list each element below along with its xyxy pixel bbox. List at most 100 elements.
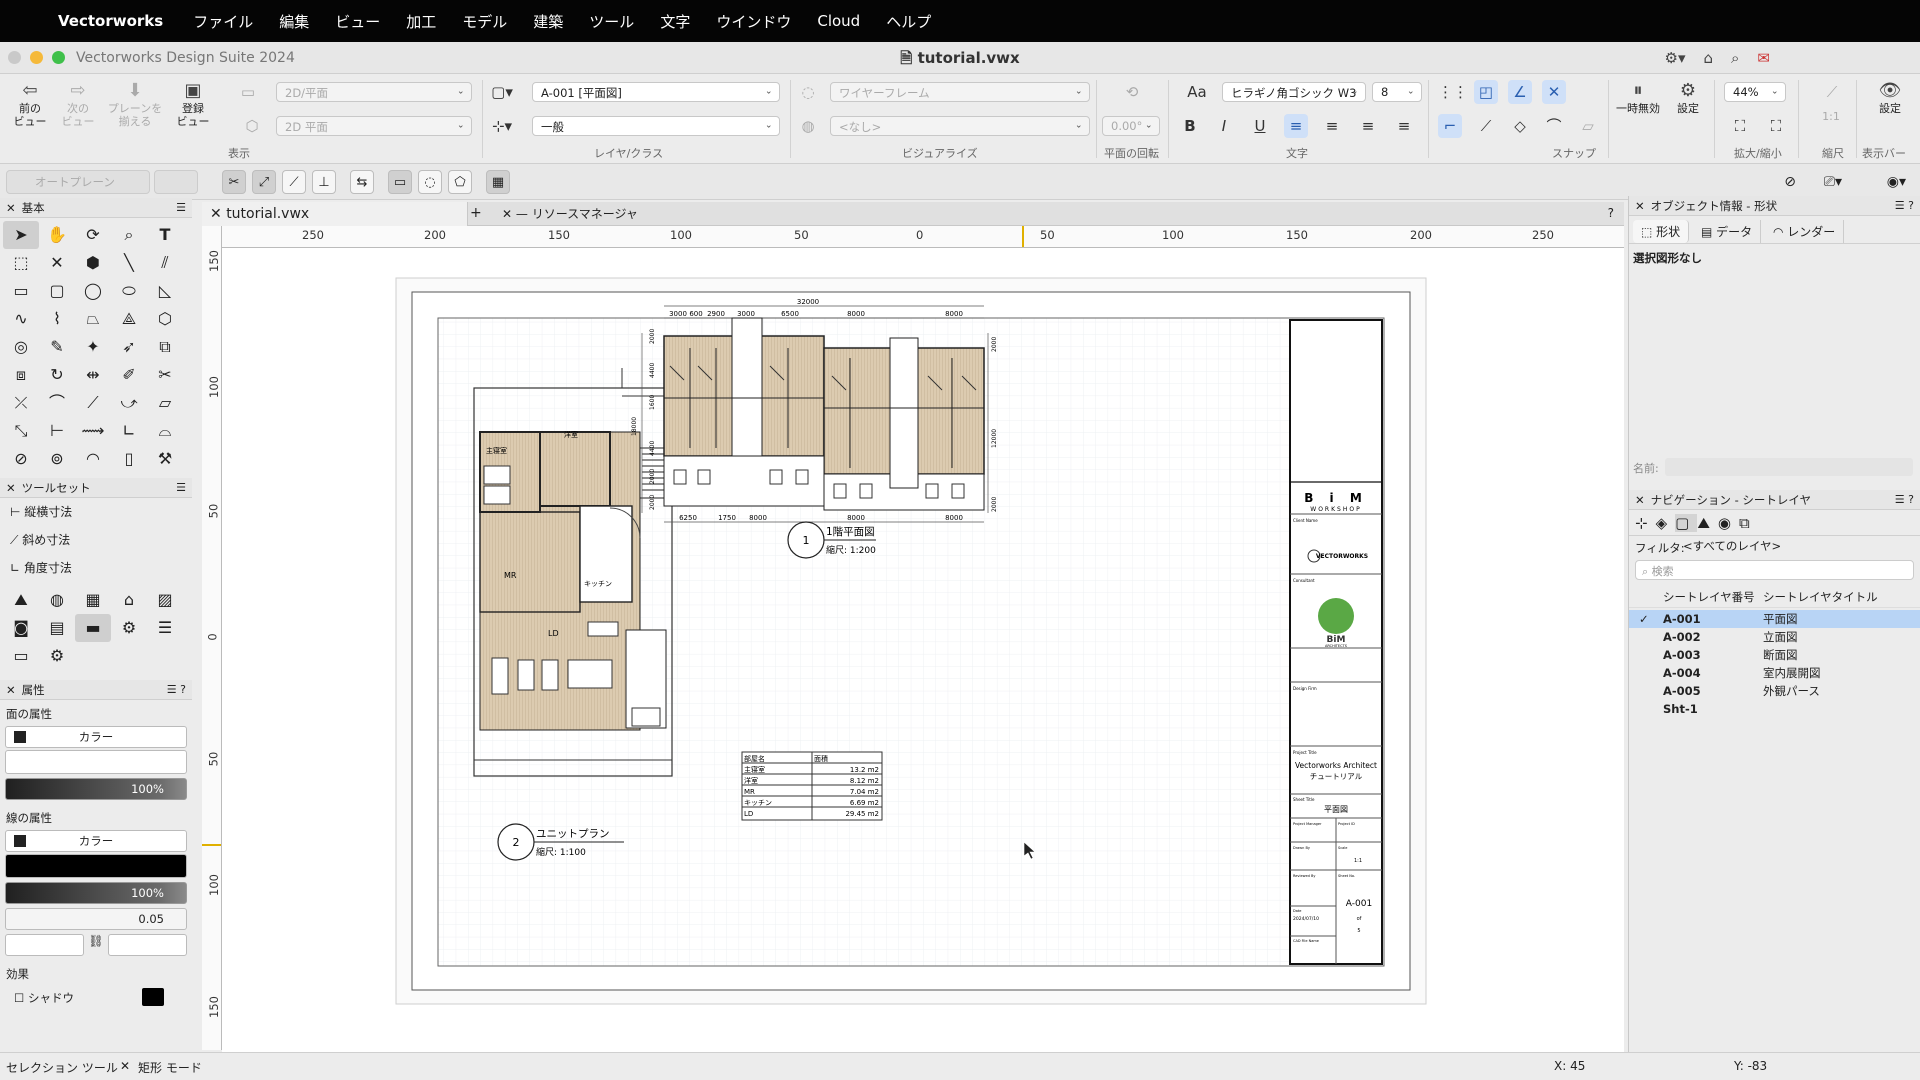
sheet-layer-row[interactable]: A-004 室内展開図 bbox=[1629, 664, 1920, 682]
view-plane-icon[interactable]: ▭ bbox=[236, 80, 260, 104]
snap-settings-button[interactable]: ⚙ 設定 bbox=[1670, 82, 1706, 116]
shadow-checkbox[interactable]: ☐ シャドウ bbox=[0, 984, 192, 1012]
eyedropper-tool-icon[interactable]: ✎ bbox=[39, 333, 75, 361]
sheet-layer-icon[interactable]: ▢▾ bbox=[490, 80, 514, 104]
attribute-mapping-tool-icon[interactable]: ✦ bbox=[75, 333, 111, 361]
menu-model[interactable]: モデル bbox=[462, 11, 507, 32]
camera-icon[interactable]: ◙ bbox=[3, 614, 39, 642]
light-icon[interactable]: ◍ bbox=[796, 114, 820, 138]
sheet-layer-row[interactable]: Sht-1 bbox=[1629, 700, 1920, 718]
sheet-layer-row[interactable]: A-002 立面図 bbox=[1629, 628, 1920, 646]
scale-icon[interactable]: ⟋ bbox=[1820, 80, 1844, 104]
close-tab-icon[interactable]: ✕ — bbox=[502, 207, 532, 221]
site-icon[interactable]: ⛰ bbox=[3, 586, 39, 614]
layer-plane-icon[interactable]: ⬡ bbox=[240, 114, 264, 138]
menu-text[interactable]: 文字 bbox=[660, 11, 690, 32]
render-icon[interactable]: ◉▾ bbox=[1887, 174, 1906, 190]
clip-tool-icon[interactable]: ⧉ bbox=[147, 333, 183, 361]
layers-icon[interactable]: ◈ bbox=[1656, 514, 1676, 532]
help-icon[interactable]: ? bbox=[1608, 206, 1614, 220]
snap-distance-icon[interactable]: ⟋ bbox=[1474, 114, 1498, 138]
name-field[interactable] bbox=[1665, 458, 1913, 476]
font-style-icon[interactable]: Aa bbox=[1182, 80, 1212, 104]
italic-button[interactable]: I bbox=[1212, 114, 1236, 138]
help-icon[interactable]: ☰ ? bbox=[167, 683, 186, 696]
menu-edit[interactable]: 編集 bbox=[279, 11, 309, 32]
selection-tool-icon[interactable]: ➤ bbox=[3, 221, 39, 249]
justify-icon[interactable]: ≡ bbox=[1392, 114, 1416, 138]
detail-icon[interactable]: ☰ bbox=[147, 614, 183, 642]
regular-polygon-tool-icon[interactable]: ⬡ bbox=[147, 305, 183, 333]
furniture-icon[interactable]: ▤ bbox=[39, 614, 75, 642]
resize-mode-icon[interactable]: ⤢ bbox=[252, 170, 276, 194]
add-tab-icon[interactable]: + bbox=[470, 205, 482, 221]
link-icon[interactable]: ⛓ bbox=[88, 934, 103, 956]
viewports-icon[interactable]: ⛰ bbox=[1697, 514, 1718, 532]
vertex-mode-icon[interactable]: ⟋ bbox=[282, 170, 306, 194]
dome-tool-icon[interactable]: ◠ bbox=[75, 445, 111, 473]
rounded-rectangle-tool-icon[interactable]: ▢ bbox=[39, 277, 75, 305]
polygon-tool-icon[interactable]: ⏢ bbox=[75, 305, 111, 333]
sheet-layer-row[interactable]: A-005 外観パース bbox=[1629, 682, 1920, 700]
axis-mode-icon[interactable]: ⊥ bbox=[312, 170, 336, 194]
tab-resource-manager[interactable]: ✕ — リソースマネージャ bbox=[494, 202, 638, 226]
close-icon[interactable]: ✕ bbox=[6, 683, 16, 697]
font-size-select[interactable]: 8 bbox=[1372, 82, 1422, 102]
zoom-select[interactable]: 44% bbox=[1724, 82, 1786, 102]
rectangle-select-mode-icon[interactable]: ▭ bbox=[388, 170, 412, 194]
eraser-tool-icon[interactable]: ▱ bbox=[147, 389, 183, 417]
class-icon[interactable]: ⊹▾ bbox=[490, 114, 514, 138]
dimension-tool-icon[interactable]: ⊢ bbox=[39, 417, 75, 445]
close-icon[interactable]: ✕ bbox=[1635, 199, 1645, 213]
freehand-tool-icon[interactable]: ∿ bbox=[3, 305, 39, 333]
menu-tools[interactable]: ツール bbox=[589, 11, 634, 32]
trim-tool-icon[interactable]: ⤫ bbox=[3, 389, 39, 417]
double-line-tool-icon[interactable]: ⫽ bbox=[147, 249, 183, 277]
equipment-icon[interactable]: ▭ bbox=[3, 642, 39, 670]
grid-icon[interactable]: ▦ bbox=[75, 586, 111, 614]
sheet-layer-select[interactable]: A-001 [平面図] bbox=[532, 82, 780, 102]
rectangle-tool-icon[interactable]: ▭ bbox=[3, 277, 39, 305]
gear-icon[interactable]: ⚙ bbox=[39, 642, 75, 670]
bold-button[interactable]: B bbox=[1178, 114, 1202, 138]
close-icon[interactable]: ✕ bbox=[6, 201, 16, 215]
classes-icon[interactable]: ⊹ bbox=[1635, 514, 1656, 532]
tab-render[interactable]: ◠ レンダー bbox=[1765, 220, 1845, 243]
constrained-dim-tool-icon[interactable]: ⟿ bbox=[75, 417, 111, 445]
move-tool-icon[interactable]: ⤡ bbox=[3, 417, 39, 445]
menu-view[interactable]: ビュー bbox=[335, 11, 380, 32]
view-select[interactable]: 2D/平面 bbox=[276, 82, 472, 102]
next-view-button[interactable]: ⇨ 次の ビュー bbox=[58, 82, 98, 129]
mirror-tool-icon[interactable]: ⇹ bbox=[75, 361, 111, 389]
tab-data[interactable]: ▤ データ bbox=[1693, 220, 1762, 243]
pause-snap-button[interactable]: ⏸ 一時無効 bbox=[1612, 82, 1664, 116]
connect-tool-icon[interactable]: ⤻ bbox=[111, 389, 147, 417]
snap-edge-icon[interactable]: ⌒ bbox=[1542, 114, 1566, 138]
line-opacity-slider[interactable]: 100% bbox=[5, 882, 187, 904]
callout-tool-icon[interactable]: ⬚ bbox=[3, 249, 39, 277]
render-mode-select[interactable]: ワイヤーフレーム bbox=[830, 82, 1090, 102]
circle-tool-icon[interactable]: ◯ bbox=[75, 277, 111, 305]
dimension-set-icon[interactable]: ▬ bbox=[75, 614, 111, 642]
align-left-icon[interactable]: ≡ bbox=[1284, 114, 1308, 138]
section-tool-icon[interactable]: ⌓ bbox=[147, 417, 183, 445]
home-icon[interactable]: ⌂ bbox=[1703, 49, 1713, 67]
plane-mode-button[interactable] bbox=[154, 170, 198, 194]
polyline-tool-icon[interactable]: ⌇ bbox=[39, 305, 75, 333]
menu-cloud[interactable]: Cloud bbox=[817, 12, 860, 30]
snap-object-icon[interactable]: ◰ bbox=[1474, 80, 1498, 104]
saved-views-button[interactable]: ▣ 登録 ビュー bbox=[172, 82, 214, 129]
stamp-tool-icon[interactable]: ⊚ bbox=[39, 445, 75, 473]
menu-modify[interactable]: 加工 bbox=[406, 11, 436, 32]
reshape-tool-icon[interactable]: ✐ bbox=[111, 361, 147, 389]
double-polygon-tool-icon[interactable]: ⟁ bbox=[111, 305, 147, 333]
rotate-tool-icon[interactable]: ↻ bbox=[39, 361, 75, 389]
font-select[interactable]: ヒラギノ角ゴシック W3 bbox=[1222, 82, 1366, 102]
column-header[interactable]: シートレイヤ番号 bbox=[1663, 589, 1755, 605]
previous-view-button[interactable]: ⇦ 前の ビュー bbox=[10, 82, 50, 129]
start-arrow-select[interactable] bbox=[5, 934, 85, 956]
close-tab-icon[interactable]: ✕ bbox=[210, 206, 226, 222]
auto-plane-button[interactable]: オートプレーン bbox=[6, 170, 150, 194]
snap-mode-icon[interactable]: ✂ bbox=[222, 170, 246, 194]
snap-corner-icon[interactable]: ⌐ bbox=[1438, 114, 1462, 138]
